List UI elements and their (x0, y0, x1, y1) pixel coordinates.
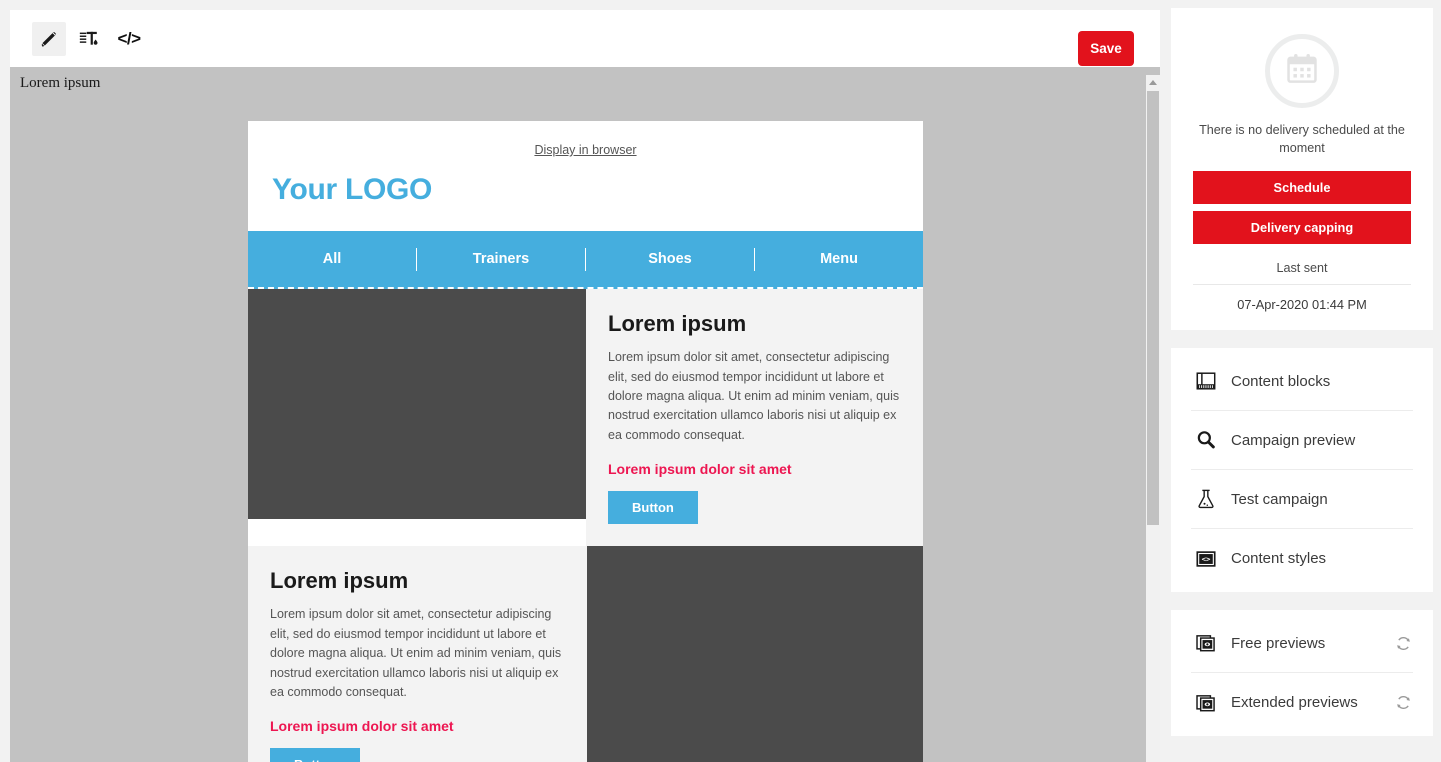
schedule-button[interactable]: Schedule (1193, 171, 1411, 205)
sidebar-item-test-campaign[interactable]: Test campaign (1191, 470, 1413, 530)
source-code-button[interactable]: </> (112, 22, 146, 56)
sidebar-item-campaign-preview[interactable]: Campaign preview (1191, 411, 1413, 471)
search-icon (1191, 427, 1221, 453)
email-header: Display in browser Your LOGO (248, 121, 923, 231)
sidebar-item-label: Content blocks (1231, 372, 1331, 390)
email-nav-bar: All Trainers Shoes Menu (248, 231, 923, 289)
editor-pane: </> Save Lorem ipsum Display in browser … (10, 10, 1160, 762)
block-body: Lorem ipsum dolor sit amet, consectetur … (608, 350, 900, 442)
content-blocks-icon (1191, 368, 1221, 394)
sidebar-item-content-blocks[interactable]: Content blocks (1191, 352, 1413, 412)
sidebar-previews-card: Free previews Extended previews (1171, 610, 1433, 737)
block-cta-button[interactable]: Button (270, 748, 360, 762)
last-sent-label: Last sent (1193, 251, 1411, 286)
app-root: </> Save Lorem ipsum Display in browser … (0, 0, 1441, 762)
block-title: Lorem ipsum (608, 311, 747, 336)
content-block-row: Lorem ipsum Lorem ipsum dolor sit amet, … (248, 546, 923, 762)
svg-text:<>: <> (1202, 554, 1211, 563)
edit-pencil-button[interactable] (32, 21, 66, 56)
block-body: Lorem ipsum dolor sit amet, consectetur … (270, 607, 562, 699)
flask-icon (1191, 486, 1221, 512)
sidebar-item-label: Content styles (1231, 550, 1327, 568)
last-sent-value: 07-Apr-2020 01:44 PM (1237, 297, 1367, 313)
text-styles-button[interactable] (72, 22, 106, 56)
image-placeholder[interactable] (586, 546, 923, 762)
source-code-icon: </> (117, 28, 141, 48)
nav-item-menu[interactable]: Menu (755, 251, 923, 267)
sidebar-tools-card: Content blocks Campaign preview Test cam… (1171, 348, 1433, 593)
sidebar-item-content-styles[interactable]: <> Content styles (1191, 529, 1413, 588)
email-preview: Display in browser Your LOGO All Trainer… (248, 121, 923, 762)
refresh-icon[interactable] (1393, 633, 1413, 653)
text-styles-icon (78, 28, 100, 50)
nav-item-trainers[interactable]: Trainers (417, 251, 585, 267)
block-cta-button[interactable]: Button (608, 491, 698, 525)
display-in-browser-link[interactable]: Display in browser (272, 135, 899, 157)
code-brackets-icon: <> (1191, 546, 1221, 572)
refresh-icon[interactable] (1393, 693, 1413, 713)
preview-eye-icon (1191, 630, 1221, 656)
block-subtitle: Lorem ipsum dolor sit amet (608, 461, 792, 478)
block-subtitle: Lorem ipsum dolor sit amet (270, 718, 454, 735)
image-placeholder[interactable] (248, 289, 586, 519)
delivery-status-message: There is no delivery scheduled at the mo… (1199, 123, 1405, 155)
delivery-card: There is no delivery scheduled at the mo… (1171, 8, 1433, 331)
right-sidebar: There is no delivery scheduled at the mo… (1171, 0, 1433, 762)
scrollbar-thumb[interactable] (1147, 91, 1159, 525)
text-block[interactable]: Lorem ipsum Lorem ipsum dolor sit amet, … (248, 546, 587, 762)
sidebar-item-label: Campaign preview (1231, 431, 1356, 449)
content-block-row: Lorem ipsum Lorem ipsum dolor sit amet, … (248, 289, 923, 547)
calendar-icon-circle (1265, 34, 1339, 108)
nav-item-shoes[interactable]: Shoes (586, 251, 754, 267)
calendar-icon (1283, 50, 1321, 93)
sidebar-item-label: Extended previews (1231, 694, 1358, 712)
block-title: Lorem ipsum (270, 568, 409, 594)
sidebar-item-free-previews[interactable]: Free previews (1191, 614, 1413, 674)
editor-toolbar: </> Save (10, 10, 1160, 67)
scroll-up-arrow-icon[interactable] (1146, 75, 1160, 89)
delivery-capping-button[interactable]: Delivery capping (1193, 211, 1411, 245)
canvas-breadcrumb-label: Lorem ipsum (20, 75, 101, 91)
email-logo: Your LOGO (272, 173, 433, 206)
preview-eye-icon (1191, 690, 1221, 716)
canvas-scrollbar[interactable] (1146, 75, 1160, 762)
edit-pencil-icon (38, 28, 60, 50)
sidebar-item-extended-previews[interactable]: Extended previews (1191, 673, 1413, 732)
nav-item-all[interactable]: All (248, 251, 416, 267)
text-block[interactable]: Lorem ipsum Lorem ipsum dolor sit amet, … (586, 289, 923, 547)
save-button[interactable]: Save (1078, 31, 1134, 66)
email-canvas: Lorem ipsum Display in browser Your LOGO… (10, 67, 1160, 762)
sidebar-item-label: Free previews (1231, 634, 1326, 652)
sidebar-item-label: Test campaign (1231, 490, 1328, 508)
